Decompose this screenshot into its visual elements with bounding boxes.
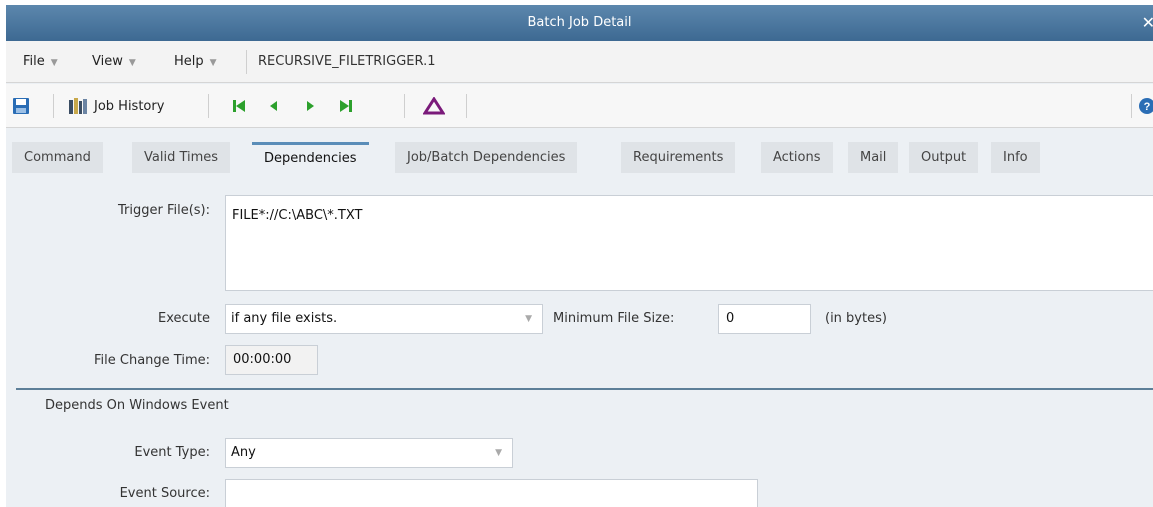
previous-record-icon bbox=[270, 101, 277, 111]
execute-select[interactable]: if any file exists. ▼ bbox=[225, 304, 543, 334]
tab-job-batch-dependencies[interactable]: Job/Batch Dependencies bbox=[395, 142, 578, 173]
job-history-button[interactable]: Job History bbox=[68, 91, 164, 121]
menu-help[interactable]: Help ▼ bbox=[174, 41, 217, 84]
window-title: Batch Job Detail bbox=[527, 15, 632, 30]
next-record-button[interactable] bbox=[306, 91, 316, 121]
trigger-files-textarea[interactable]: FILE*://C:\ABC\*.TXT bbox=[225, 195, 1153, 291]
trigger-files-label: Trigger File(s): bbox=[117, 203, 210, 218]
tab-command[interactable]: Command bbox=[12, 142, 103, 173]
tab-requirements[interactable]: Requirements bbox=[621, 142, 736, 173]
event-type-label: Event Type: bbox=[134, 445, 210, 460]
chevron-down-icon: ▼ bbox=[50, 58, 58, 68]
windows-event-section-title: Depends On Windows Event bbox=[45, 398, 229, 413]
toolbar-separator bbox=[53, 94, 54, 118]
event-type-select[interactable]: Any ▼ bbox=[225, 438, 513, 468]
min-file-size-unit: (in bytes) bbox=[825, 311, 887, 326]
first-record-icon bbox=[233, 100, 245, 112]
toolbar: Job History ? bbox=[6, 84, 1153, 128]
toolbar-separator bbox=[208, 94, 209, 118]
execute-label: Execute bbox=[158, 311, 210, 326]
help-icon: ? bbox=[1139, 98, 1153, 114]
last-record-icon bbox=[340, 100, 352, 112]
batch-job-detail-window: Batch Job Detail ✕ File ▼ View ▼ Help ▼ REC… bbox=[6, 5, 1153, 507]
tab-bar: Command Valid Times Dependencies Job/Bat… bbox=[6, 139, 1153, 173]
min-file-size-label: Minimum File Size: bbox=[553, 311, 675, 326]
menu-separator bbox=[246, 50, 247, 74]
tab-output[interactable]: Output bbox=[909, 142, 979, 173]
dependencies-panel: Trigger File(s): FILE*://C:\ABC\*.TXT Ex… bbox=[6, 173, 1153, 507]
previous-record-button[interactable] bbox=[268, 91, 278, 121]
save-button[interactable] bbox=[12, 91, 30, 121]
chevron-down-icon: ▼ bbox=[128, 58, 136, 68]
file-change-time-field: 00:00:00 bbox=[225, 345, 318, 375]
chevron-down-icon: ▼ bbox=[525, 314, 532, 324]
next-record-icon bbox=[307, 101, 314, 111]
chevron-down-icon: ▼ bbox=[209, 58, 217, 68]
tab-dependencies[interactable]: Dependencies bbox=[252, 142, 369, 173]
toolbar-separator bbox=[466, 94, 467, 118]
toolbar-separator bbox=[1131, 94, 1132, 118]
tab-mail[interactable]: Mail bbox=[848, 142, 899, 173]
menu-file[interactable]: File ▼ bbox=[23, 41, 58, 84]
save-icon bbox=[13, 98, 29, 114]
event-source-input[interactable] bbox=[225, 479, 758, 507]
close-icon[interactable]: ✕ bbox=[1142, 5, 1153, 41]
last-record-button[interactable] bbox=[339, 91, 353, 121]
chevron-down-icon: ▼ bbox=[495, 448, 502, 458]
tab-valid-times[interactable]: Valid Times bbox=[132, 142, 231, 173]
delta-icon bbox=[423, 97, 445, 115]
section-divider bbox=[16, 388, 1153, 390]
title-bar: Batch Job Detail ✕ bbox=[6, 5, 1153, 41]
job-name-label: RECURSIVE_FILETRIGGER.1 bbox=[258, 54, 436, 69]
event-source-label: Event Source: bbox=[119, 486, 210, 501]
svg-text:?: ? bbox=[1144, 101, 1151, 113]
job-history-icon bbox=[69, 98, 87, 114]
event-type-selected-value: Any bbox=[231, 445, 256, 460]
min-file-size-input[interactable]: 0 bbox=[718, 304, 811, 334]
job-history-label: Job History bbox=[94, 98, 165, 114]
delta-button[interactable] bbox=[423, 91, 445, 121]
menu-bar: File ▼ View ▼ Help ▼ RECURSIVE_FILETRIGGER.… bbox=[6, 41, 1153, 83]
tab-info[interactable]: Info bbox=[991, 142, 1040, 173]
help-button[interactable]: ? bbox=[1138, 91, 1153, 121]
file-change-time-label: File Change Time: bbox=[94, 353, 210, 368]
first-record-button[interactable] bbox=[232, 91, 246, 121]
tab-actions[interactable]: Actions bbox=[761, 142, 833, 173]
menu-view[interactable]: View ▼ bbox=[92, 41, 136, 84]
toolbar-separator bbox=[404, 94, 405, 118]
execute-selected-value: if any file exists. bbox=[231, 311, 338, 326]
